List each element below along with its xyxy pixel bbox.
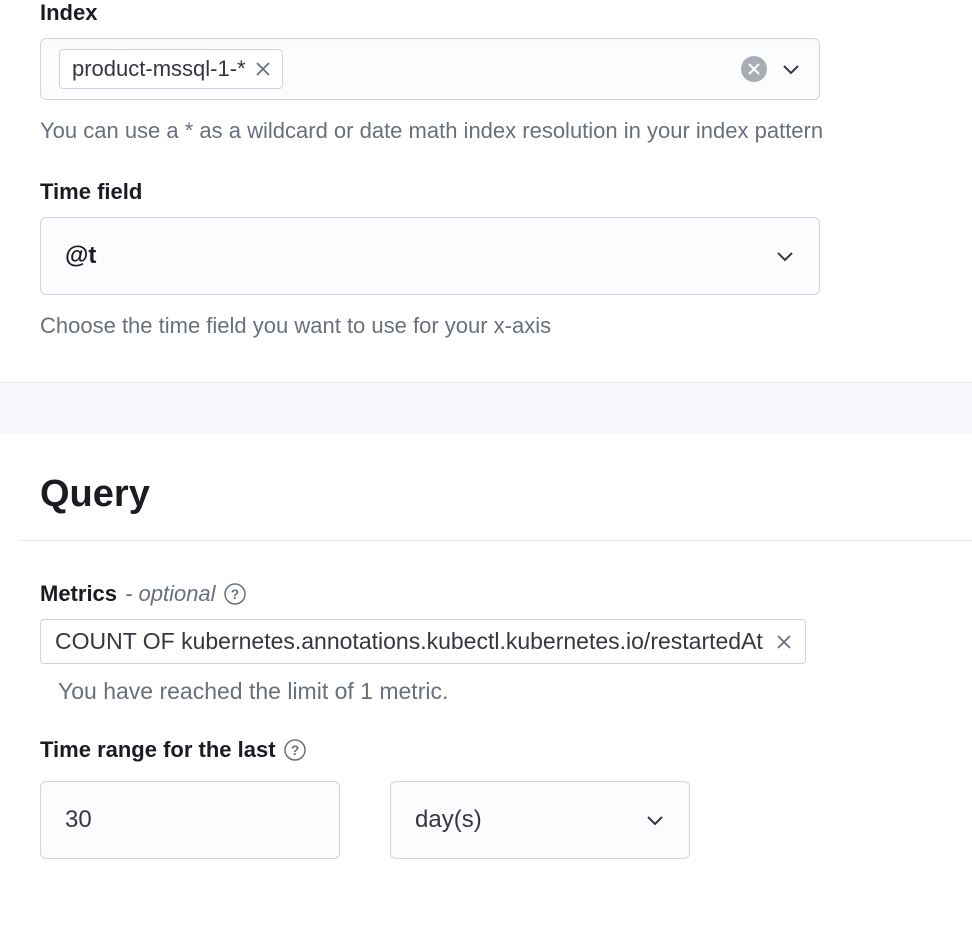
time-range-unit-value: day(s): [415, 806, 482, 834]
query-section-title: Query: [40, 473, 932, 516]
time-field-label: Time field: [40, 179, 932, 205]
metrics-optional-text: - optional: [125, 581, 216, 607]
index-pill-text: product-mssql-1-*: [72, 56, 246, 82]
time-range-label-text: Time range for the last: [40, 737, 276, 763]
help-icon[interactable]: ?: [284, 739, 306, 761]
svg-text:?: ?: [230, 586, 239, 602]
index-combobox[interactable]: product-mssql-1-*: [40, 38, 820, 100]
chevron-down-icon[interactable]: [781, 59, 801, 79]
chevron-down-icon: [775, 246, 795, 266]
section-divider: [20, 540, 972, 541]
help-icon[interactable]: ?: [224, 583, 246, 605]
metrics-field-block: Metrics - optional ? COUNT OF kubernetes…: [40, 581, 932, 705]
time-range-block: Time range for the last ? day(s): [40, 737, 932, 859]
panel-divider: [0, 383, 972, 433]
time-field-value: @t: [65, 242, 96, 270]
metric-pill: COUNT OF kubernetes.annotations.kubectl.…: [40, 619, 806, 664]
metrics-label: Metrics - optional ?: [40, 581, 932, 607]
time-field-help-text: Choose the time field you want to use fo…: [40, 309, 932, 342]
metrics-limit-text: You have reached the limit of 1 metric.: [58, 678, 932, 705]
metrics-label-text: Metrics: [40, 581, 117, 607]
time-field-block: Time field @t Choose the time field you …: [40, 179, 932, 342]
time-range-unit-select[interactable]: day(s): [390, 781, 690, 859]
index-pill: product-mssql-1-*: [59, 49, 283, 89]
time-range-label: Time range for the last ?: [40, 737, 932, 763]
close-icon[interactable]: [256, 62, 270, 76]
chevron-down-icon: [645, 810, 665, 830]
time-range-row: day(s): [40, 781, 932, 859]
index-field-block: Index product-mssql-1-* You can use a * …: [40, 0, 932, 147]
clear-all-icon[interactable]: [741, 56, 767, 82]
metric-pill-text: COUNT OF kubernetes.annotations.kubectl.…: [55, 628, 763, 655]
time-range-value-input[interactable]: [40, 781, 340, 859]
close-icon[interactable]: [777, 635, 791, 649]
index-pills-container: product-mssql-1-*: [59, 49, 741, 89]
index-help-text: You can use a * as a wildcard or date ma…: [40, 114, 932, 147]
index-label: Index: [40, 0, 932, 26]
time-field-select[interactable]: @t: [40, 217, 820, 295]
svg-text:?: ?: [290, 742, 299, 758]
